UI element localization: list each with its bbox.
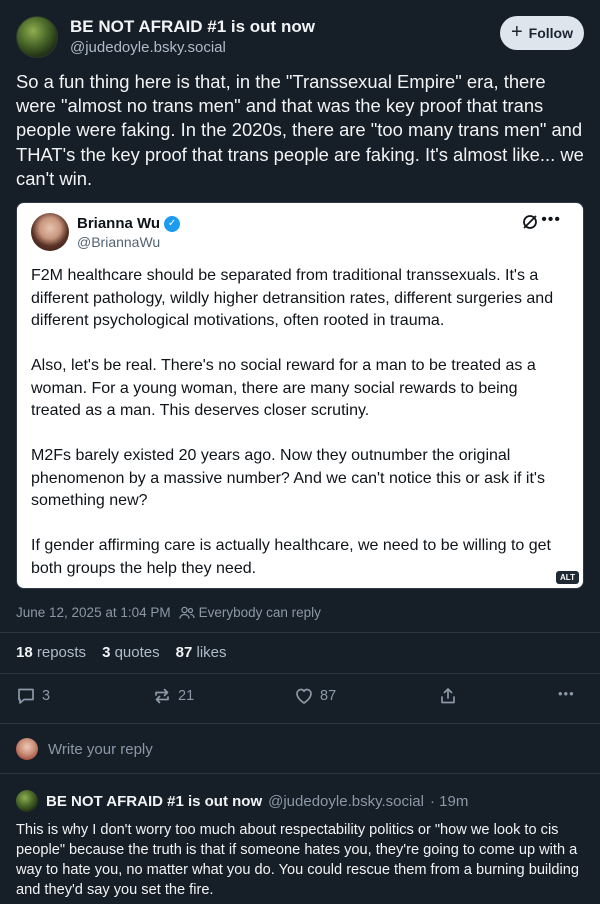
follow-label: Follow bbox=[528, 25, 573, 41]
reply-composer[interactable]: Write your reply bbox=[16, 737, 153, 761]
quote-body: F2M healthcare should be separated from … bbox=[31, 265, 571, 580]
reply-author-avatar[interactable] bbox=[16, 790, 38, 812]
reply-post[interactable]: BE NOT AFRAID #1 is out now @judedoyle.b… bbox=[16, 790, 586, 900]
repost-count: 21 bbox=[178, 688, 195, 704]
author-name[interactable]: BE NOT AFRAID #1 is out now bbox=[70, 17, 315, 37]
action-bar: 3 21 87 ••• bbox=[16, 686, 584, 710]
reposts-stat[interactable]: 18 reposts bbox=[16, 644, 86, 661]
quote-handle: @BriannaWu bbox=[77, 234, 161, 250]
reply-placeholder[interactable]: Write your reply bbox=[48, 741, 153, 758]
more-icon: ••• bbox=[558, 686, 575, 701]
divider bbox=[0, 723, 600, 724]
quote-author: Brianna Wu ✓ bbox=[77, 215, 181, 232]
follow-button[interactable]: + Follow bbox=[500, 16, 584, 50]
share-button[interactable] bbox=[438, 686, 458, 706]
grok-icon bbox=[523, 215, 537, 229]
reply-setting: Everybody can reply bbox=[178, 605, 321, 620]
verified-icon: ✓ bbox=[164, 215, 181, 232]
repost-icon bbox=[155, 688, 169, 704]
more-icon: ••• bbox=[541, 211, 561, 228]
reply-author-name[interactable]: BE NOT AFRAID #1 is out now bbox=[46, 793, 262, 810]
repost-button[interactable]: 21 bbox=[152, 686, 194, 706]
likes-stat[interactable]: 87 likes bbox=[176, 644, 227, 661]
reply-time: · 19m bbox=[429, 792, 469, 810]
alt-badge[interactable]: ALT bbox=[556, 571, 579, 584]
reply-header: BE NOT AFRAID #1 is out now @judedoyle.b… bbox=[16, 790, 586, 812]
reply-button[interactable]: 3 bbox=[16, 686, 50, 706]
more-options-button[interactable]: ••• bbox=[558, 686, 575, 701]
reply-icon bbox=[18, 688, 34, 704]
post-timestamp[interactable]: June 12, 2025 at 1:04 PM bbox=[16, 605, 171, 620]
author-handle[interactable]: @judedoyle.bsky.social bbox=[70, 39, 226, 56]
quote-paragraph: F2M healthcare should be separated from … bbox=[31, 267, 554, 329]
divider bbox=[0, 673, 600, 674]
quote-paragraph: If gender affirming care is actually hea… bbox=[31, 537, 551, 577]
author-avatar[interactable] bbox=[16, 16, 58, 58]
quote-author-name: Brianna Wu bbox=[77, 215, 161, 232]
post-header: BE NOT AFRAID #1 is out now @judedoyle.b… bbox=[16, 16, 584, 60]
post-meta: June 12, 2025 at 1:04 PM Everybody can r… bbox=[16, 605, 321, 620]
quote-avatar bbox=[31, 213, 69, 251]
like-button[interactable]: 87 bbox=[294, 686, 336, 706]
like-icon bbox=[296, 688, 312, 704]
divider bbox=[0, 773, 600, 774]
reply-author-handle[interactable]: @judedoyle.bsky.social bbox=[268, 793, 424, 810]
user-avatar bbox=[16, 738, 38, 760]
reply-count: 3 bbox=[42, 688, 51, 704]
post-stats: 18 reposts 3 quotes 87 likes bbox=[16, 644, 227, 661]
quotes-stat[interactable]: 3 quotes bbox=[102, 644, 160, 661]
divider bbox=[0, 632, 600, 633]
quote-paragraph: Also, let's be real. There's no social r… bbox=[31, 357, 536, 419]
plus-icon: + bbox=[510, 21, 523, 43]
quoted-image[interactable]: Brianna Wu ✓ @BriannaWu ••• F2M healthca… bbox=[16, 202, 584, 589]
reply-text: This is why I don't worry too much about… bbox=[16, 822, 580, 898]
reply-setting-label: Everybody can reply bbox=[198, 605, 321, 620]
quote-paragraph: M2Fs barely existed 20 years ago. Now th… bbox=[31, 447, 545, 509]
post-text: So a fun thing here is that, in the "Tra… bbox=[16, 71, 584, 189]
people-icon bbox=[178, 606, 195, 619]
like-count: 87 bbox=[320, 688, 337, 704]
share-icon bbox=[441, 688, 455, 704]
